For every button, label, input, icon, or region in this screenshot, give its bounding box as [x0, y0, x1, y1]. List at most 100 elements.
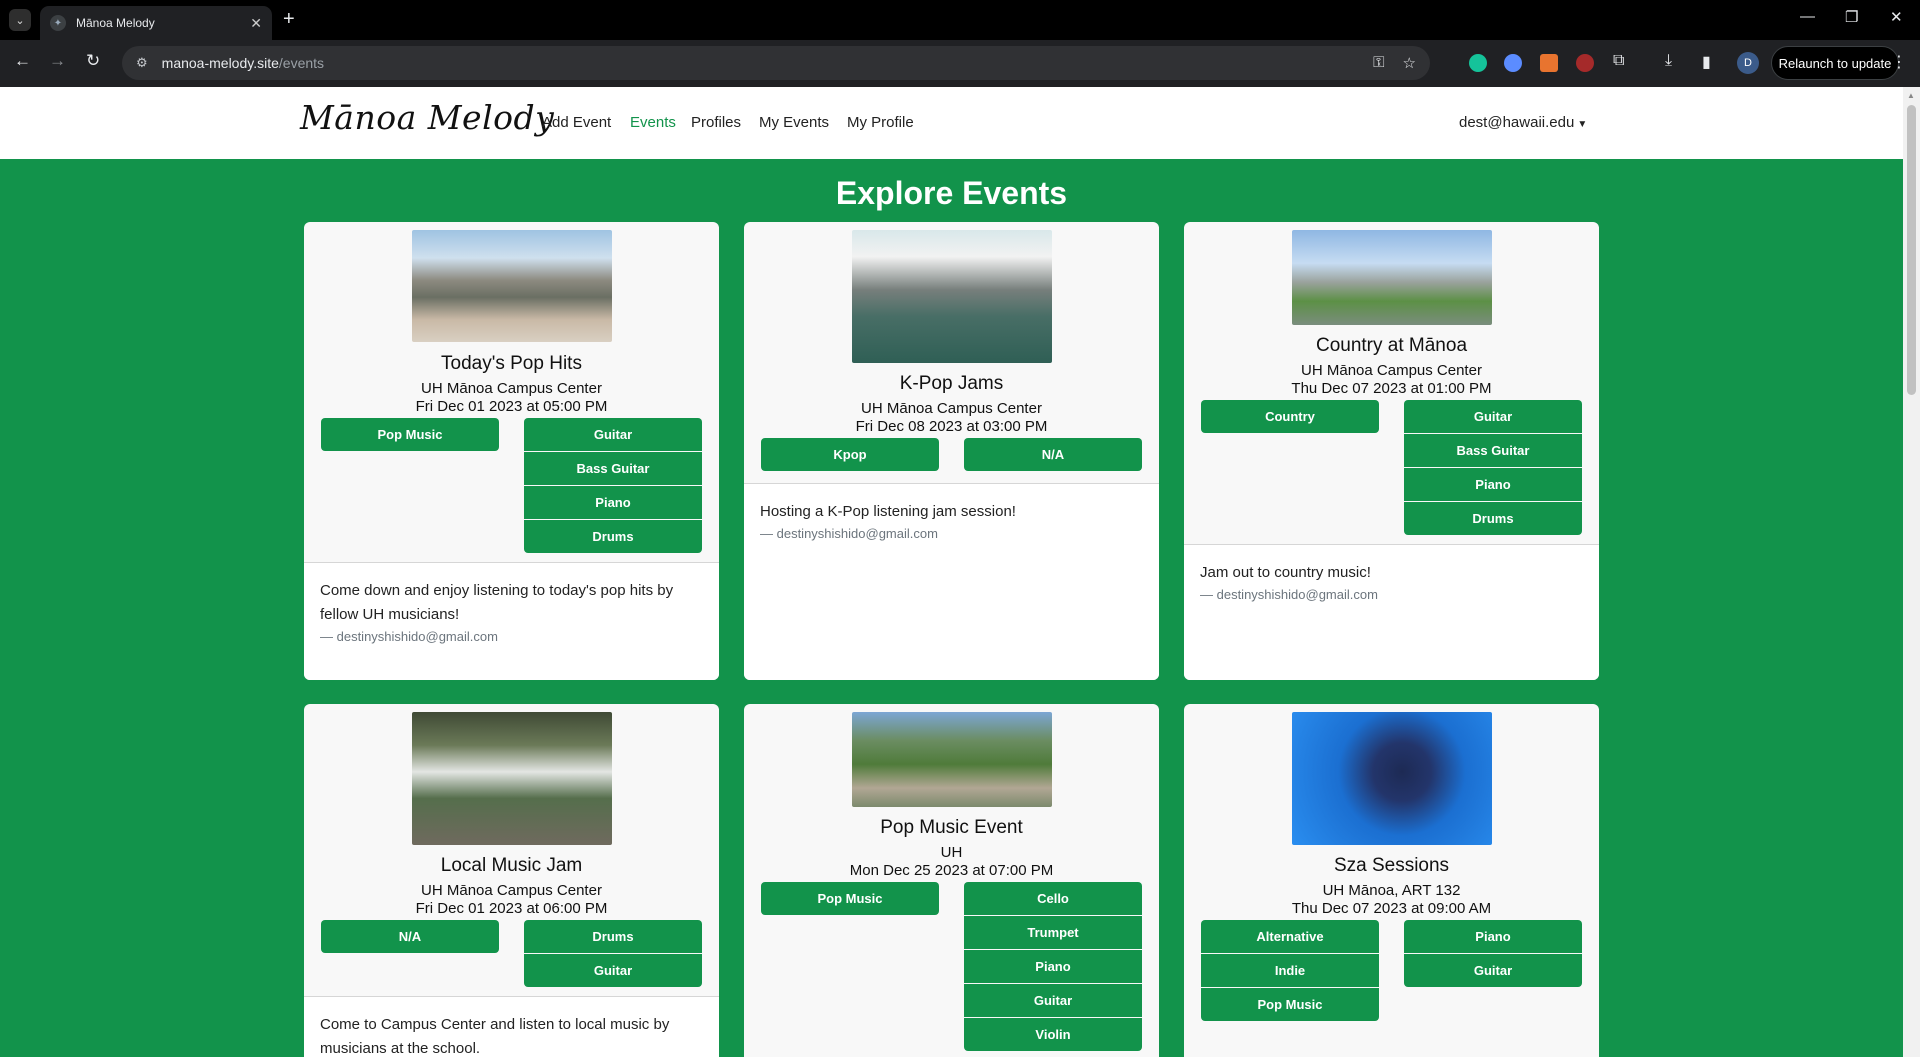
- event-owner: — destinyshishido@gmail.com: [760, 526, 938, 541]
- event-date: Fri Dec 01 2023 at 05:00 PM: [415, 398, 608, 415]
- tab-title: Mānoa Melody: [76, 16, 155, 30]
- event-owner: — destinyshishido@gmail.com: [1200, 587, 1378, 602]
- tab-search-icon[interactable]: ⌄: [9, 9, 31, 31]
- instrument-tag: Cello: [964, 882, 1142, 915]
- grammarly-extension-icon[interactable]: [1469, 54, 1487, 72]
- url-path: /events: [278, 55, 325, 71]
- browser-menu-icon[interactable]: ⋮: [1891, 52, 1907, 72]
- instrument-tag: Piano: [524, 486, 702, 519]
- extensions-puzzle-icon[interactable]: ⧉: [1613, 52, 1624, 70]
- brand-logo[interactable]: Mānoa Melody: [300, 98, 554, 137]
- event-image: [1292, 230, 1492, 325]
- event-description: Jam out to country music!: [1200, 564, 1371, 581]
- genre-tag: Pop Music: [761, 882, 939, 915]
- event-location: UH Mānoa Campus Center: [421, 380, 602, 397]
- scroll-thumb[interactable]: [1907, 105, 1916, 395]
- react-devtools-extension-icon[interactable]: [1504, 54, 1522, 72]
- instrument-tag: Guitar: [964, 984, 1142, 1017]
- event-location: UH Mānoa Campus Center: [1301, 362, 1482, 379]
- browser-tabbar: ⌄ ✦ Mānoa Melody ✕ + — ❐ ✕: [0, 0, 1920, 40]
- instrument-tag: Trumpet: [964, 916, 1142, 949]
- restore-icon[interactable]: ❐: [1845, 8, 1858, 26]
- nav-my-events[interactable]: My Events: [759, 114, 829, 131]
- site-navbar: Mānoa Melody Add Event Events Profiles M…: [0, 87, 1903, 159]
- event-image: [852, 230, 1052, 363]
- genre-tag: N/A: [321, 920, 499, 953]
- genre-tag: Kpop: [761, 438, 939, 471]
- instrument-tag: Bass Guitar: [1404, 434, 1582, 467]
- event-card: K-Pop Jams UH Mānoa Campus Center Fri De…: [744, 222, 1159, 680]
- user-dropdown[interactable]: dest@hawaii.edu ▼: [1459, 114, 1587, 131]
- event-title: K-Pop Jams: [899, 373, 1004, 394]
- instrument-tag: Drums: [524, 520, 702, 553]
- event-title: Local Music Jam: [440, 855, 583, 876]
- instrument-tag: Violin: [964, 1018, 1142, 1051]
- genre-tag: Country: [1201, 400, 1379, 433]
- nav-profiles[interactable]: Profiles: [691, 114, 741, 131]
- event-date: Mon Dec 25 2023 at 07:00 PM: [849, 862, 1054, 879]
- card-body: Come to Campus Center and listen to loca…: [304, 997, 719, 1057]
- instrument-tag: Guitar: [524, 418, 702, 451]
- event-image: [412, 230, 612, 342]
- relaunch-button[interactable]: Relaunch to update: [1771, 46, 1899, 80]
- card-body: Jam out to country music! — destinyshish…: [1184, 545, 1599, 680]
- event-description: Come down and enjoy listening to today's…: [320, 582, 674, 623]
- page-scrollbar[interactable]: ▲: [1903, 87, 1920, 1057]
- instrument-tag: Drums: [524, 920, 702, 953]
- instrument-tag: N/A: [964, 438, 1142, 471]
- instrument-tag: Piano: [1404, 920, 1582, 953]
- nav-add-event[interactable]: Add Event: [542, 114, 611, 131]
- genre-tag: Indie: [1201, 954, 1379, 987]
- event-location: UH Mānoa Campus Center: [861, 400, 1042, 417]
- event-description: Come to Campus Center and listen to loca…: [320, 1016, 670, 1057]
- window-close-icon[interactable]: ✕: [1890, 8, 1903, 26]
- card-body: Hosting a K-Pop listening jam session! —…: [744, 484, 1159, 680]
- event-date: Fri Dec 08 2023 at 03:00 PM: [855, 418, 1048, 435]
- browser-toolbar: ← → ↻ ⚙ manoa-melody.site /events ⚿ ☆ ⧉ …: [0, 40, 1920, 87]
- side-panel-icon[interactable]: ▮: [1702, 52, 1711, 72]
- reload-icon[interactable]: ↻: [86, 51, 100, 71]
- event-title: Sza Sessions: [1333, 855, 1450, 876]
- instrument-tag: Guitar: [1404, 954, 1582, 987]
- site-favicon-icon: ✦: [50, 15, 66, 31]
- user-email: dest@hawaii.edu: [1459, 114, 1575, 131]
- instrument-tag: Piano: [1404, 468, 1582, 501]
- password-key-icon[interactable]: ⚿: [1373, 54, 1384, 72]
- scroll-up-icon[interactable]: ▲: [1907, 91, 1915, 100]
- event-location: UH: [940, 844, 963, 861]
- card-body: Come down and enjoy listening to today's…: [304, 563, 719, 680]
- profile-avatar[interactable]: D: [1737, 52, 1759, 74]
- instrument-tag: Bass Guitar: [524, 452, 702, 485]
- event-description: Hosting a K-Pop listening jam session!: [760, 503, 1016, 520]
- tab-close-icon[interactable]: ✕: [250, 15, 262, 32]
- event-image: [412, 712, 612, 845]
- event-card: Local Music Jam UH Mānoa Campus Center F…: [304, 704, 719, 1057]
- event-date: Thu Dec 07 2023 at 01:00 PM: [1291, 380, 1492, 397]
- back-icon[interactable]: ←: [14, 51, 31, 71]
- forward-icon[interactable]: →: [49, 51, 66, 71]
- page-viewport: Mānoa Melody Add Event Events Profiles M…: [0, 87, 1903, 1057]
- nav-events[interactable]: Events: [630, 114, 676, 131]
- event-image: [1292, 712, 1492, 845]
- instrument-tag: Drums: [1404, 502, 1582, 535]
- nav-my-profile[interactable]: My Profile: [847, 114, 914, 131]
- bookmark-star-icon[interactable]: ☆: [1403, 54, 1416, 72]
- browser-tab[interactable]: ✦ Mānoa Melody ✕: [40, 6, 272, 40]
- extension-icon[interactable]: [1540, 54, 1558, 72]
- genre-tag: Alternative: [1201, 920, 1379, 953]
- page-title: Explore Events: [835, 175, 1068, 211]
- minimize-icon[interactable]: —: [1800, 8, 1815, 25]
- event-card: Pop Music Event UH Mon Dec 25 2023 at 07…: [744, 704, 1159, 1057]
- extension-icon[interactable]: [1576, 54, 1594, 72]
- event-title: Today's Pop Hits: [441, 353, 582, 374]
- address-bar[interactable]: ⚙ manoa-melody.site /events ⚿ ☆: [122, 46, 1430, 80]
- event-card: Country at Mānoa UH Mānoa Campus Center …: [1184, 222, 1599, 680]
- site-info-icon[interactable]: ⚙: [136, 55, 148, 71]
- new-tab-icon[interactable]: +: [283, 8, 295, 31]
- event-title: Country at Mānoa: [1315, 335, 1468, 356]
- event-owner: — destinyshishido@gmail.com: [320, 629, 498, 644]
- event-date: Thu Dec 07 2023 at 09:00 AM: [1291, 900, 1492, 917]
- genre-tag: Pop Music: [1201, 988, 1379, 1021]
- caret-down-icon: ▼: [1577, 119, 1588, 130]
- download-icon[interactable]: ⤓: [1665, 52, 1672, 70]
